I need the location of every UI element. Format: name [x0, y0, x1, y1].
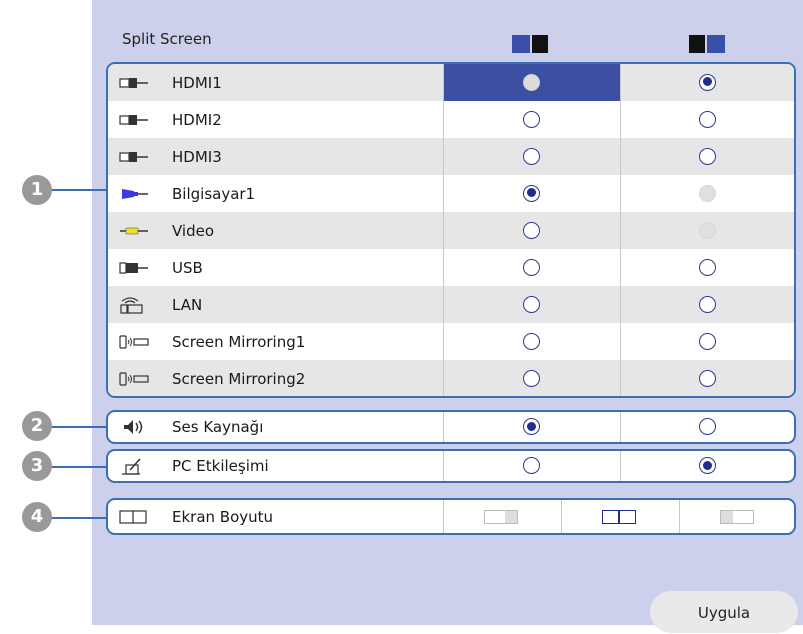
right-screen-radio [699, 184, 716, 202]
callout-3: 3 [22, 451, 52, 481]
pc-interaction-left-radio[interactable] [523, 457, 540, 474]
source-row: HDMI3 [108, 138, 794, 175]
left-screen-radio[interactable] [523, 295, 540, 313]
callout-2: 2 [22, 411, 52, 441]
left-screen-column-icon [512, 35, 548, 53]
size-right-larger-button[interactable] [720, 509, 754, 524]
screen-mirroring-icon [118, 370, 150, 388]
lan-icon [118, 296, 150, 314]
source-label: HDMI2 [172, 110, 222, 129]
pc-interaction-row: PC Etkileşimi [106, 449, 796, 483]
source-label: Screen Mirroring1 [172, 332, 306, 351]
speaker-icon [118, 418, 150, 436]
right-screen-radio[interactable] [699, 147, 716, 165]
source-label: USB [172, 258, 203, 277]
source-list: HDMI1 HDMI2 HDMI3 Bilgisayar1 Video USB LAN Scr… [106, 62, 796, 398]
screen-size-label: Ekran Boyutu [172, 507, 274, 526]
callout-line-1 [48, 189, 106, 191]
source-label: Screen Mirroring2 [172, 369, 306, 388]
left-screen-radio[interactable] [523, 184, 540, 202]
left-screen-radio[interactable] [523, 258, 540, 276]
left-screen-radio[interactable] [523, 332, 540, 350]
pen-icon [118, 457, 150, 475]
source-label: LAN [172, 295, 203, 314]
audio-source-row: Ses Kaynağı [106, 410, 796, 444]
callout-4: 4 [22, 502, 52, 532]
left-screen-radio[interactable] [523, 147, 540, 165]
callout-line-2 [48, 426, 106, 428]
usb-icon [118, 259, 150, 277]
audio-label: Ses Kaynağı [172, 418, 264, 436]
audio-right-radio[interactable] [699, 418, 716, 435]
source-label: Bilgisayar1 [172, 184, 256, 203]
right-screen-column-icon [689, 35, 725, 53]
source-row: LAN [108, 286, 794, 323]
page-title: Split Screen [122, 30, 212, 48]
right-screen-radio[interactable] [699, 369, 716, 387]
source-row: USB [108, 249, 794, 286]
right-screen-radio[interactable] [699, 110, 716, 128]
source-label: HDMI3 [172, 147, 222, 166]
source-row: HDMI2 [108, 101, 794, 138]
computer-icon [118, 185, 150, 203]
screen-mirroring-icon [118, 333, 150, 351]
source-row: Bilgisayar1 [108, 175, 794, 212]
callout-1: 1 [22, 175, 52, 205]
left-screen-radio[interactable] [523, 73, 540, 91]
audio-left-radio[interactable] [523, 418, 540, 435]
size-equal-button[interactable] [602, 509, 636, 524]
size-left-larger-button[interactable] [484, 509, 518, 524]
right-screen-radio[interactable] [699, 73, 716, 91]
right-screen-radio [699, 221, 716, 239]
left-screen-radio[interactable] [523, 110, 540, 128]
source-label: HDMI1 [172, 73, 222, 92]
left-screen-radio[interactable] [523, 221, 540, 239]
source-row: HDMI1 [108, 64, 794, 101]
video-icon [118, 222, 150, 240]
pc-interaction-label: PC Etkileşimi [172, 457, 269, 475]
screen-size-row: Ekran Boyutu [106, 498, 796, 535]
hdmi-icon [118, 111, 150, 129]
screen-size-icon [118, 508, 150, 526]
right-screen-radio[interactable] [699, 332, 716, 350]
callout-line-4 [48, 517, 106, 519]
apply-button[interactable]: Uygula [650, 591, 798, 633]
left-screen-radio[interactable] [523, 369, 540, 387]
source-label: Video [172, 221, 215, 240]
callout-line-3 [48, 466, 106, 468]
right-screen-radio[interactable] [699, 295, 716, 313]
source-row: Screen Mirroring1 [108, 323, 794, 360]
hdmi-icon [118, 74, 150, 92]
right-screen-radio[interactable] [699, 258, 716, 276]
source-row: Screen Mirroring2 [108, 360, 794, 396]
hdmi-icon [118, 148, 150, 166]
source-row: Video [108, 212, 794, 249]
pc-interaction-right-radio[interactable] [699, 457, 716, 474]
